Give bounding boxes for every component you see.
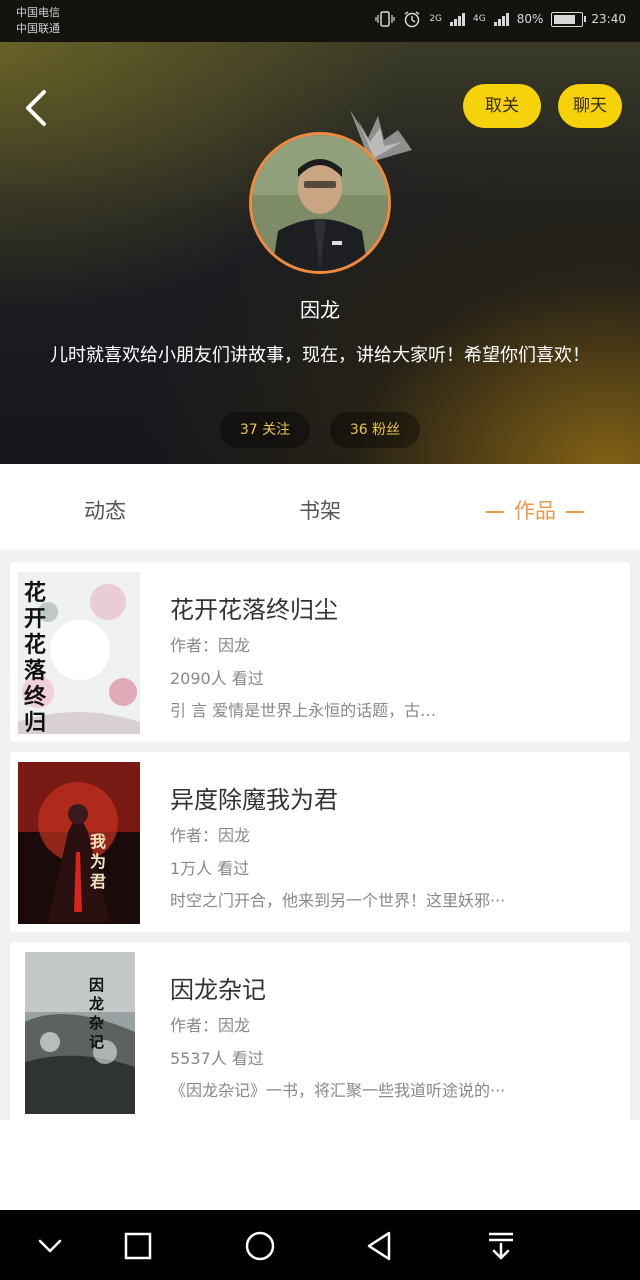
book-cover: 花开花落终归尘: [18, 572, 140, 734]
tab-bookshelf[interactable]: 书架: [270, 464, 370, 550]
book-description: 时空之门开合，他来到另一个世界！这里妖邪···: [170, 891, 506, 910]
follows-label: 关注: [262, 422, 291, 438]
fans-count: 36: [349, 422, 368, 438]
user-bio: 儿时就喜欢给小朋友们讲故事，现在，讲给大家听！希望你们喜欢！: [50, 345, 590, 366]
battery-icon: [551, 11, 587, 27]
book-author: 作者：因龙: [170, 1016, 251, 1035]
fans-stat[interactable]: 36 粉丝: [330, 412, 420, 448]
book-description: 《因龙杂记》一书，将汇聚一些我道听途说的···: [170, 1081, 506, 1100]
tab-indicator-right: [566, 511, 584, 513]
section-divider: [0, 550, 640, 560]
book-description: 引 言 爱情是世界上永恒的话题，古…: [170, 701, 437, 720]
profile-header: 取关 聊天 因龙 儿时就喜欢给小朋友们讲故事，现在，讲给大家听！希望你们喜欢！ …: [0, 42, 640, 464]
status-icons: 2G 4G 80% 23:40: [375, 10, 626, 28]
tab-indicator-left: [486, 511, 504, 513]
alarm-icon: [404, 11, 420, 28]
pull-down-icon: [489, 1232, 513, 1260]
book-views: 2090人 看过: [170, 669, 264, 688]
chevron-left-icon: [26, 90, 46, 126]
chevron-down-icon: [38, 1239, 62, 1253]
home-button[interactable]: [240, 1226, 280, 1266]
empty-space: [0, 1120, 640, 1210]
book-author: 作者：因龙: [170, 826, 251, 845]
notification-pull-button[interactable]: [481, 1226, 521, 1266]
tab-works-label: 作品: [514, 499, 556, 523]
book-title: 花开花落终归尘: [170, 596, 338, 624]
cover-title: 我为君: [90, 832, 107, 891]
cover-title: 因龙杂记: [89, 976, 105, 1051]
book-views: 1万人 看过: [170, 859, 250, 878]
signal-icon-2: [493, 12, 509, 26]
avatar-photo: [252, 135, 388, 271]
avatar[interactable]: [249, 132, 391, 274]
network-4g: 4G: [473, 14, 486, 24]
square-icon: [124, 1232, 152, 1260]
book-author: 作者：因龙: [170, 636, 251, 655]
triangle-back-icon: [367, 1231, 391, 1261]
book-cover: 我为君: [18, 762, 140, 924]
list-item[interactable]: 我为君 异度除魔我为君 作者：因龙 1万人 看过 时空之门开合，他来到另一个世界…: [10, 752, 630, 932]
network-2g: 2G: [429, 14, 443, 24]
back-nav-button[interactable]: [360, 1226, 400, 1266]
cover-title: 花开花落终归尘: [24, 580, 47, 734]
unfollow-button[interactable]: 取关: [463, 84, 541, 128]
tab-bar: 动态 书架 作品: [0, 464, 640, 550]
works-list: 花开花落终归尘 花开花落终归尘 作者：因龙 2090人 看过 引 言 爱情是世界…: [0, 560, 640, 1122]
vibrate-icon: [375, 11, 395, 27]
signal-icon-1: [450, 12, 466, 26]
book-views: 5537人 看过: [170, 1049, 264, 1068]
circle-icon: [245, 1231, 275, 1261]
book-title: 因龙杂记: [170, 976, 266, 1004]
list-item[interactable]: 花开花落终归尘 花开花落终归尘 作者：因龙 2090人 看过 引 言 爱情是世界…: [10, 562, 630, 742]
status-bar: 中国电信 中国联通 2G 4G 80% 23:40: [0, 0, 640, 42]
book-title: 异度除魔我为君: [170, 786, 338, 814]
back-button[interactable]: [18, 86, 52, 130]
list-item[interactable]: 因龙杂记 因龙杂记 作者：因龙 5537人 看过 《因龙杂记》一书，将汇聚一些我…: [10, 942, 630, 1122]
battery-percent: 80%: [516, 12, 544, 26]
carrier-1: 中国电信: [16, 6, 60, 19]
tab-works[interactable]: 作品: [470, 464, 600, 550]
carrier-info: 中国电信 中国联通: [16, 5, 60, 37]
tab-activity[interactable]: 动态: [55, 464, 155, 550]
cover-art: [25, 952, 135, 1114]
carrier-2: 中国联通: [16, 22, 60, 35]
user-name: 因龙: [300, 298, 340, 322]
cover-art: [18, 762, 140, 924]
clock: 23:40: [591, 12, 626, 26]
hide-nav-button[interactable]: [30, 1226, 70, 1266]
fans-label: 粉丝: [372, 422, 401, 438]
follows-count: 37: [239, 422, 258, 438]
chat-button[interactable]: 聊天: [558, 84, 622, 128]
book-cover: 因龙杂记: [25, 952, 135, 1114]
recents-button[interactable]: [118, 1226, 158, 1266]
follows-stat[interactable]: 37 关注: [220, 412, 310, 448]
system-nav-bar: [0, 1210, 640, 1280]
